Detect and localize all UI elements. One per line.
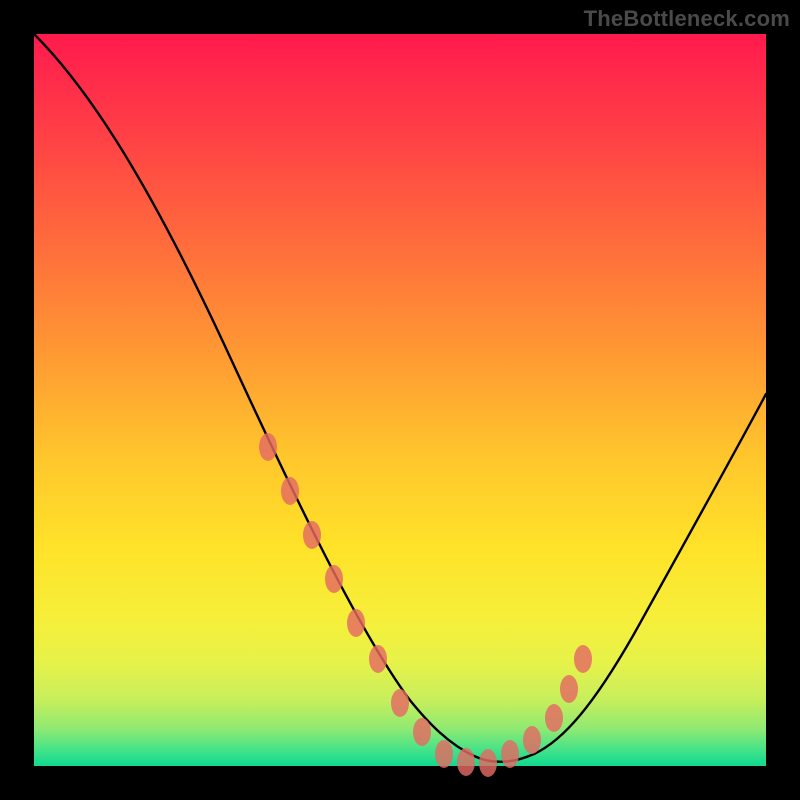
curve-marker xyxy=(457,748,475,776)
marker-group xyxy=(259,433,592,777)
curve-marker xyxy=(303,521,321,549)
watermark-text: TheBottleneck.com xyxy=(584,6,790,32)
curve-marker xyxy=(325,565,343,593)
plot-area xyxy=(34,34,766,766)
curve-marker xyxy=(560,675,578,703)
chart-svg xyxy=(34,34,766,766)
curve-marker xyxy=(259,433,277,461)
curve-marker xyxy=(391,689,409,717)
bottleneck-curve xyxy=(34,34,766,762)
curve-marker xyxy=(435,740,453,768)
curve-marker xyxy=(501,740,519,768)
curve-marker xyxy=(479,749,497,777)
curve-marker xyxy=(369,645,387,673)
curve-marker xyxy=(347,609,365,637)
curve-marker xyxy=(281,477,299,505)
curve-marker xyxy=(413,718,431,746)
curve-marker xyxy=(523,726,541,754)
curve-marker xyxy=(574,645,592,673)
chart-stage: TheBottleneck.com xyxy=(0,0,800,800)
curve-marker xyxy=(545,704,563,732)
